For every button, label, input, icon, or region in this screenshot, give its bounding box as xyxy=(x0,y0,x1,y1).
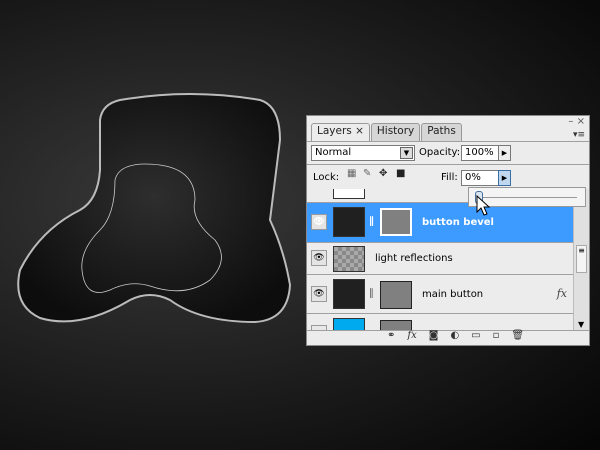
fill-stepper[interactable]: ▶ xyxy=(498,170,511,186)
layer-row-button-bevel[interactable]: 👁 ∥ button bevel xyxy=(307,203,573,243)
layers-scrollbar[interactable]: ≡ ▼ xyxy=(573,189,589,331)
fill-label: Fill: xyxy=(441,172,458,183)
tab-paths[interactable]: Paths xyxy=(421,123,462,141)
layers-panel: – × Layers × History Paths ▾≡ Normal ▼ Op… xyxy=(306,115,590,346)
lock-move-icon[interactable]: ✥ xyxy=(379,168,387,179)
layer-thumbnail xyxy=(333,246,365,272)
link-icon: ∥ xyxy=(369,288,374,299)
scroll-down-icon[interactable]: ▼ xyxy=(578,320,584,329)
scroll-thumb[interactable]: ≡ xyxy=(576,245,587,273)
add-mask-icon[interactable]: ◙ xyxy=(429,330,439,341)
layer-row-partial-bottom[interactable] xyxy=(307,314,573,331)
eye-icon[interactable]: 👁 xyxy=(311,214,327,230)
layer-name: button bevel xyxy=(422,217,494,228)
trash-icon[interactable]: 🗑 xyxy=(511,330,524,341)
opacity-input[interactable]: 100% xyxy=(461,145,499,161)
link-icon: ∥ xyxy=(369,216,374,227)
layer-thumbnail xyxy=(333,207,365,237)
layer-row-main-button[interactable]: 👁 ∥ main button fx xyxy=(307,275,573,314)
lock-transparent-icon[interactable]: ▦ xyxy=(347,168,356,179)
mask-thumbnail[interactable] xyxy=(380,208,412,236)
tab-history[interactable]: History xyxy=(370,123,421,141)
new-layer-icon[interactable]: ▫ xyxy=(493,330,500,341)
minimize-button[interactable]: – xyxy=(568,116,573,127)
adjustment-layer-icon[interactable]: ◐ xyxy=(450,330,459,341)
eye-icon[interactable]: 👁 xyxy=(311,286,327,302)
close-panel-button[interactable]: × xyxy=(577,116,585,127)
layer-row-light-reflections[interactable]: 👁 light reflections xyxy=(307,243,573,275)
layer-thumbnail xyxy=(333,279,365,309)
panel-menu-icon[interactable]: ▾≡ xyxy=(573,130,585,140)
new-group-icon[interactable]: ▭ xyxy=(471,330,480,341)
add-style-button[interactable]: fx xyxy=(407,330,416,341)
lock-label: Lock: xyxy=(313,172,340,183)
mask-thumbnail[interactable] xyxy=(380,281,412,309)
opacity-stepper[interactable]: ▶ xyxy=(498,145,511,161)
link-layers-icon[interactable]: ⚭ xyxy=(387,330,395,341)
layers-list: 👁 ∥ button bevel 👁 light reflections 👁 ∥… xyxy=(307,189,573,331)
fill-input[interactable]: 0% xyxy=(461,170,499,186)
mouse-cursor-icon xyxy=(476,195,490,216)
tab-layers[interactable]: Layers × xyxy=(311,123,370,141)
lock-all-icon[interactable]: ■ xyxy=(396,168,405,179)
lock-brush-icon[interactable]: ✎ xyxy=(363,168,371,179)
eye-icon[interactable]: 👁 xyxy=(311,250,327,266)
chevron-down-icon[interactable]: ▼ xyxy=(400,147,413,159)
layer-name: light reflections xyxy=(375,253,453,264)
layer-name: main button xyxy=(422,289,484,300)
opacity-label: Opacity: xyxy=(419,147,461,158)
blend-mode-value: Normal xyxy=(315,147,352,158)
blend-mode-select[interactable]: Normal ▼ xyxy=(311,145,415,161)
fx-icon[interactable]: fx xyxy=(557,287,567,300)
